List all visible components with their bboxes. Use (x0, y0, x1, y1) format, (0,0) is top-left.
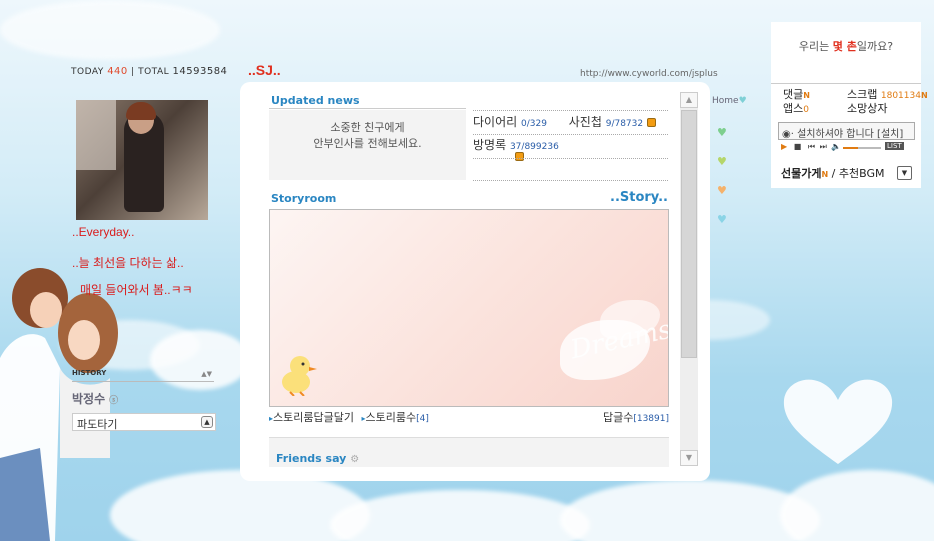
volume-icon: 🔈 (831, 142, 842, 151)
storyroom-reply-link[interactable]: 스토리룸답글달기 (273, 411, 354, 424)
gift-row: 선물가게N / 추천BGM (781, 165, 885, 181)
updated-news-title: Updated news (271, 94, 360, 107)
apps-link[interactable]: 앱스0 (783, 100, 809, 116)
storyroom-image[interactable]: Dreams (269, 209, 669, 407)
owner-name-label: 박정수 (72, 392, 106, 406)
updated-message-line: 소중한 친구에게 (330, 121, 405, 134)
question-pre: 우리는 (798, 40, 833, 53)
owner-name[interactable]: 박정수 ⓢ (72, 390, 118, 407)
question-highlight: 몇 촌 (832, 40, 857, 53)
stat-row-empty (473, 158, 668, 180)
comment-count-label: 답글수 (602, 411, 634, 424)
site-url-link[interactable]: http://www.cyworld.com/jsplus (580, 69, 718, 79)
history-toggle[interactable]: HISTORY ▲▼ (72, 369, 214, 382)
profile-photo[interactable] (76, 100, 208, 220)
volume-slider[interactable] (843, 147, 881, 149)
duck-illustration (282, 356, 317, 396)
cloud-decoration (0, 0, 220, 60)
question-post: 일까요? (856, 40, 894, 53)
total-count: 14593584 (172, 66, 228, 77)
diary-link[interactable]: 다이어리 (473, 115, 517, 129)
nav-heart-icon[interactable]: ♥ (717, 155, 727, 168)
photo-link[interactable]: 사진첩 (569, 115, 602, 129)
cloud-decoration (780, 470, 934, 541)
gender-icon: ⓢ (109, 396, 119, 406)
apps-label: 앱스 (783, 102, 804, 115)
cloud-decoration (330, 490, 590, 541)
nav-heart-icon[interactable]: ♥ (717, 213, 727, 226)
main-scrollbar[interactable]: ▲ ▼ (680, 92, 698, 466)
nav-home-label: Home (712, 96, 739, 106)
apps-count: 0 (803, 105, 809, 115)
storyroom-title: Storyroom (271, 192, 337, 205)
player-disc-icon: ◉· (782, 129, 794, 140)
play-icon[interactable]: ▶ (781, 142, 787, 151)
stop-icon[interactable]: ■ (794, 142, 802, 151)
profile-text-line: 매일 들어와서 봄..ㅋㅋ (80, 283, 193, 297)
photo-count: 9/78732 (605, 119, 644, 129)
settings-icon[interactable]: ⚙ (350, 454, 359, 465)
storyroom-footer: ▸스토리룸답글달기 ▸스토리룸수[4] 답글수[13891] (269, 411, 669, 424)
relation-question[interactable]: 우리는 몇 촌일까요? (771, 38, 921, 54)
updated-news-box: 소중한 친구에게 안부인사를 전해보세요. (269, 110, 466, 180)
stat-row: 다이어리 0/329 사진첩 9/78732 (473, 110, 668, 134)
profile-text-line: ..Everyday.. (72, 225, 135, 239)
new-badge: N (803, 91, 810, 100)
next-icon[interactable]: ⏭ (820, 142, 827, 151)
storyroom-count: [4] (416, 414, 429, 424)
history-label: HISTORY (72, 369, 107, 377)
today-label: TODAY (71, 67, 104, 77)
stat-row-end (473, 180, 668, 181)
storyroom-count-label[interactable]: 스토리룸수 (366, 411, 417, 424)
total-label: TOTAL (138, 67, 170, 77)
profile-text-line: ..늘 최선을 다하는 삶.. (72, 256, 184, 270)
gift-shop-link[interactable]: 선물가게 (781, 167, 821, 180)
divider (771, 83, 921, 84)
heart-icon: ♥ (738, 96, 747, 106)
wave-ride-value: 파도타기 (77, 418, 118, 431)
stat-row: 방명록 37/899236 (473, 134, 668, 161)
today-count: 440 (107, 66, 128, 77)
player-install-text[interactable]: 설치하셔야 합니다 [설치] (797, 129, 903, 140)
counter-separator: | (131, 67, 135, 77)
bgm-dropdown-button[interactable]: ▼ (897, 166, 912, 180)
player-controls: ▶ ■ ⏮ ⏭ 🔈 LIST (781, 142, 916, 154)
wish-box-link[interactable]: 소망상자 (847, 100, 887, 116)
friends-say-title: Friends say ⚙ (276, 452, 359, 465)
updated-message-line: 안부인사를 전해보세요. (313, 137, 422, 150)
comment-count: [13891] (633, 414, 669, 424)
wave-ride-select[interactable]: 파도타기 ▲ (72, 413, 216, 431)
previous-icon[interactable]: ⏮ (808, 142, 815, 151)
new-badge-icon (646, 118, 656, 127)
scroll-thumb[interactable] (681, 110, 697, 358)
divider (269, 108, 466, 109)
nav-heart-icon[interactable]: ♥ (717, 126, 727, 139)
visitor-counter: TODAY 440 | TOTAL 14593584 (71, 66, 227, 77)
recommend-bgm-link[interactable]: / 추천BGM (828, 167, 885, 180)
history-arrows-icon[interactable]: ▲▼ (201, 370, 212, 378)
diary-count: 0/329 (521, 119, 547, 129)
nav-heart-icon[interactable]: ♥ (717, 184, 727, 197)
guestbook-link[interactable]: 방명록 (473, 138, 506, 152)
new-badge: N (920, 91, 928, 100)
page-title: ..SJ.. (248, 62, 281, 78)
scroll-down-button[interactable]: ▼ (680, 450, 698, 466)
nav-home-link[interactable]: Home♥ (712, 96, 747, 106)
friends-say-label: Friends say (276, 452, 347, 465)
playlist-button[interactable]: LIST (885, 142, 904, 150)
heart-cloud-decoration (783, 379, 893, 464)
scroll-up-button[interactable]: ▲ (680, 92, 698, 108)
dropdown-button[interactable]: ▲ (201, 416, 213, 428)
bgm-player[interactable]: ◉· 설치하셔야 합니다 [설치] (778, 122, 915, 140)
story-link[interactable]: ..Story.. (610, 190, 668, 205)
